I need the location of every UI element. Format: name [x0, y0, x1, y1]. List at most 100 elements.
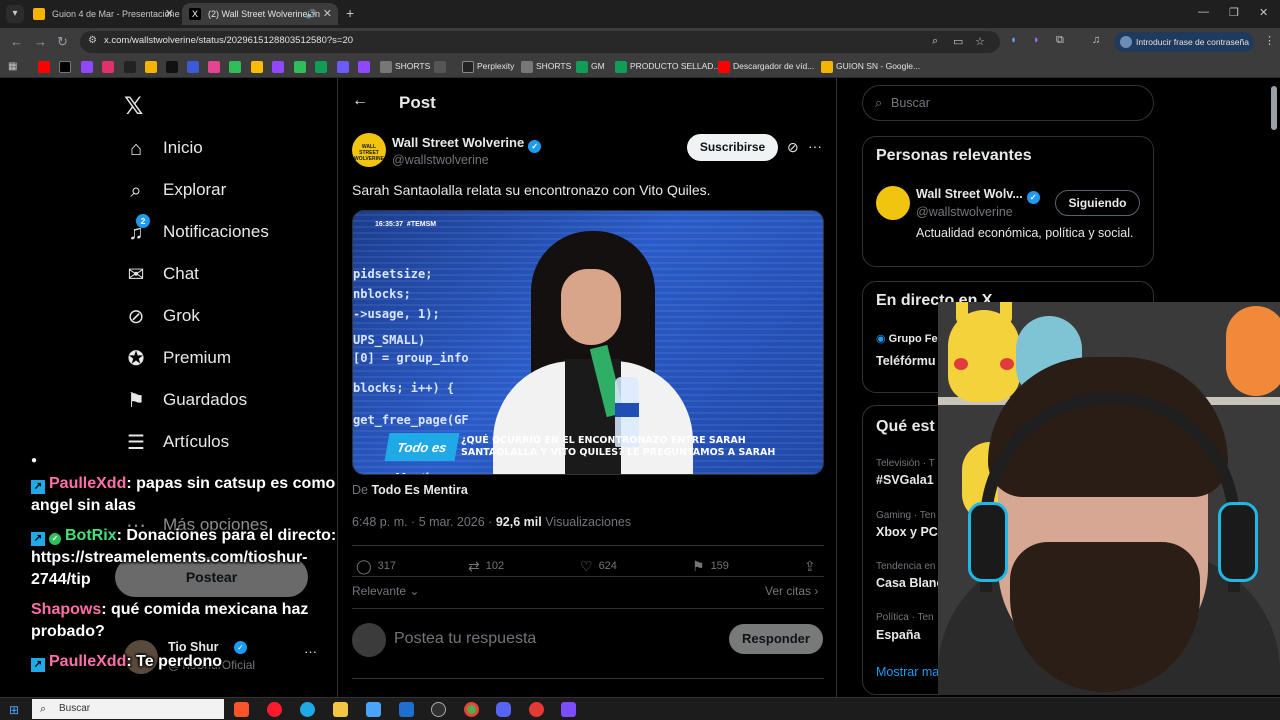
search-input[interactable]: ⌕ Buscar [862, 85, 1154, 121]
store-icon[interactable] [366, 702, 381, 717]
sidebar-item-inicio[interactable]: ⌂ Inicio [124, 134, 324, 166]
browser-menu-icon[interactable]: ⋮ [1264, 34, 1275, 47]
bookmark-label[interactable]: Descargador de víd... [733, 61, 814, 71]
audio-playing-icon[interactable]: 🔊 [306, 3, 317, 25]
scrollbar[interactable] [1271, 86, 1277, 130]
sidebar-item-notificaciones[interactable]: ♫ 2 Notificaciones [124, 214, 324, 250]
apps-grid-icon[interactable]: ▦ [8, 61, 20, 73]
show-more-link[interactable]: Mostrar ma [876, 665, 939, 679]
close-window-icon[interactable]: ✕ [1259, 6, 1268, 19]
minimize-icon[interactable]: — [1198, 6, 1209, 18]
bookmark-icon[interactable] [337, 61, 349, 73]
site-info-icon[interactable]: ⚙ [88, 35, 97, 46]
sidebar-item-grok[interactable]: ⊘ Grok [124, 302, 324, 334]
avatar[interactable] [876, 186, 910, 220]
video-player[interactable]: pidsetsize; nblocks; ->usage, 1); UPS_SM… [352, 210, 824, 475]
author-handle[interactable]: @wallstwolverine [392, 153, 489, 167]
instagram-icon[interactable] [102, 61, 114, 73]
reply-action[interactable]: ◯ 317 [356, 558, 396, 575]
sheets-icon[interactable] [576, 61, 588, 73]
youtube-icon[interactable] [718, 61, 730, 73]
close-tab-icon[interactable]: ✕ [165, 3, 174, 25]
bookmark-icon[interactable] [251, 61, 263, 73]
forward-arrow-icon[interactable]: → [34, 34, 47, 49]
bookmark-icon[interactable] [208, 61, 220, 73]
taskbar-search[interactable]: ⌕ Buscar [32, 699, 224, 719]
x-logo-icon[interactable]: 𝕏 [124, 92, 143, 120]
reply-input[interactable]: Postea tu respuesta [394, 630, 536, 648]
edge-icon[interactable] [300, 702, 315, 717]
author-name[interactable]: Wall Street Wolverine ✓ [392, 135, 542, 153]
sidebar-item-guardados[interactable]: ⚑ Guardados [124, 386, 324, 418]
pokeball-icon[interactable] [529, 702, 544, 717]
author-avatar[interactable]: WALL STREET WOLVERINE [352, 133, 386, 167]
new-tab-button[interactable]: + [346, 5, 354, 21]
twitch-icon[interactable] [81, 61, 93, 73]
app-icon[interactable] [561, 702, 576, 717]
sidebar-item-chat[interactable]: ✉ Chat [124, 260, 324, 292]
media-control-icon[interactable]: ♫ [1092, 34, 1100, 46]
reload-icon[interactable]: ↻ [57, 34, 68, 50]
trend-name[interactable]: #SVGala1 [876, 473, 934, 487]
windows-start-icon[interactable]: ⊞ [9, 703, 19, 717]
bookmark-icon[interactable] [434, 61, 446, 73]
bookmark-icon[interactable] [187, 61, 199, 73]
sidebar-item-premium[interactable]: ✪ Premium [124, 344, 324, 376]
bookmark-star-icon[interactable]: ☆ [975, 35, 985, 48]
bookmark-label[interactable]: GUION SN - Google... [836, 61, 920, 71]
trend-name[interactable]: España [876, 628, 920, 642]
bookmark-icon[interactable] [229, 61, 241, 73]
extension-icon[interactable]: ◗ [1033, 34, 1040, 46]
obs-icon[interactable] [431, 702, 446, 717]
relevant-person-name[interactable]: Wall Street Wolv... ✓ [916, 187, 1040, 204]
bookmark-label[interactable]: SHORTS [536, 61, 571, 71]
share-action[interactable]: ⇪ [804, 558, 822, 575]
mail-app-icon[interactable] [399, 702, 414, 717]
cast-icon[interactable]: ▭ [953, 35, 963, 48]
bookmark-label[interactable]: Perplexity [477, 61, 514, 71]
sheets-icon[interactable] [615, 61, 627, 73]
back-arrow-icon[interactable]: ← [352, 92, 368, 110]
folder-icon[interactable] [380, 61, 392, 73]
back-arrow-icon[interactable]: ← [10, 34, 23, 49]
perplexity-icon[interactable] [462, 61, 474, 73]
bookmark-icon[interactable] [272, 61, 284, 73]
trend-name[interactable]: Casa Blanc [876, 576, 943, 590]
bookmark-icon[interactable] [294, 61, 306, 73]
password-prompt-button[interactable]: Introducir frase de contraseña [1114, 32, 1254, 52]
relevant-person-handle[interactable]: @wallstwolverine [916, 205, 1013, 219]
chrome-icon[interactable] [464, 702, 479, 717]
subscribe-button[interactable]: Suscribirse [687, 134, 778, 161]
reply-button[interactable]: Responder [729, 624, 823, 654]
tab-x-post[interactable]: X (2) Wall Street Wolverine en 🔊 ✕ [182, 3, 338, 25]
like-action[interactable]: ♡ 624 [580, 558, 617, 575]
bookmark-action[interactable]: ⚑ 159 [692, 558, 729, 575]
bookmark-icon[interactable] [315, 61, 327, 73]
opera-icon[interactable] [267, 702, 282, 717]
bookmark-icon[interactable] [145, 61, 157, 73]
file-explorer-icon[interactable] [333, 702, 348, 717]
video-source[interactable]: De Todo Es Mentira [352, 483, 468, 497]
discord-icon[interactable] [496, 702, 511, 717]
extension-icon[interactable]: ◖ [1010, 34, 1017, 46]
view-quotes-link[interactable]: Ver citas › [765, 584, 818, 598]
restore-icon[interactable]: ❐ [1229, 6, 1239, 19]
folder-icon[interactable] [521, 61, 533, 73]
address-bar[interactable]: ⚙ x.com/wallstwolverine/status/202961512… [80, 31, 1000, 53]
sort-dropdown[interactable]: Relevante ⌄ [352, 584, 419, 598]
repost-action[interactable]: ⇄ 102 [468, 558, 504, 575]
grok-icon[interactable]: ⊘ [787, 139, 799, 156]
trend-name[interactable]: Xbox y PC [876, 525, 938, 539]
tiktok-icon[interactable] [166, 61, 178, 73]
live-item[interactable]: ◉ Grupo Fe [876, 332, 938, 345]
sidebar-item-articulos[interactable]: ☰ Artículos [124, 428, 324, 460]
more-icon[interactable]: ··· [808, 138, 822, 154]
close-tab-icon[interactable]: ✕ [323, 3, 332, 25]
tab-search-button[interactable]: ▾ [6, 5, 24, 23]
kick-icon[interactable] [124, 61, 136, 73]
bookmark-icon[interactable] [358, 61, 370, 73]
live-item[interactable]: Teléfórmu [876, 354, 936, 368]
post-time[interactable]: 6:48 p. m. · 5 mar. 2026 · [352, 515, 492, 529]
zoom-icon[interactable]: ⌕ [932, 35, 938, 48]
x-icon[interactable] [59, 61, 71, 73]
